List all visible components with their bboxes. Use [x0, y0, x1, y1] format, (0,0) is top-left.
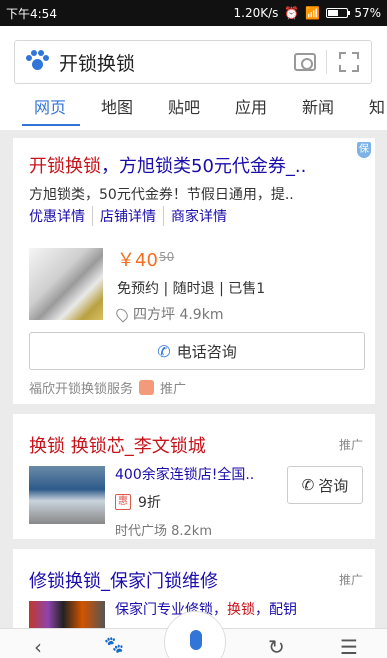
title-text: 换锁 换锁芯_李文锁城	[29, 436, 206, 457]
location-text: 四方坪 4.9km	[133, 307, 224, 323]
result-title[interactable]: 修锁换锁_保家门锁维修	[29, 567, 218, 593]
camera-icon[interactable]	[294, 53, 316, 71]
result-title[interactable]: 换锁 换锁芯_李文锁城	[29, 432, 206, 458]
promo-label: 推广	[338, 438, 363, 452]
sublink-store[interactable]: 店铺详情	[92, 206, 163, 226]
search-input[interactable]: 开锁换锁	[59, 49, 294, 76]
bottom-nav-bar: ‹ 🐾 ↻ ☰	[0, 611, 387, 658]
result-description: 方旭锁类，50元代金券！节假日通用，提..	[29, 187, 294, 203]
scan-icon[interactable]	[339, 52, 359, 72]
result-title[interactable]: 开锁换锁，方旭锁类50元代金券_..	[29, 152, 306, 178]
price: ￥40	[117, 250, 158, 271]
back-icon[interactable]: ‹	[34, 635, 42, 658]
promo-label: 推广	[338, 573, 363, 587]
microphone-icon	[190, 630, 202, 650]
original-price: 50	[159, 250, 175, 264]
title-keyword: 开锁换锁	[29, 156, 101, 177]
discount-badge: 惠	[115, 494, 131, 510]
wifi-icon: 📶	[305, 6, 321, 20]
clock: 下午4:54	[6, 6, 57, 21]
promo-icon	[139, 380, 155, 395]
status-icons: 1.20K/s ⏰ 📶 57%	[234, 6, 381, 20]
active-tab-indicator	[22, 124, 80, 126]
phone-icon: ✆	[157, 341, 171, 361]
desc-keyword: 换锁	[227, 602, 255, 618]
result-card-2: 换锁 换锁芯_李文锁城 推广 400余家连锁店!全国.. 惠 9折 时代广场 8…	[13, 414, 375, 539]
discount: 惠 9折	[115, 492, 161, 512]
home-paw-icon[interactable]: 🐾	[104, 635, 124, 654]
consult-label: 咨询	[318, 476, 349, 495]
phone-consult-label: 电话咨询	[176, 342, 237, 361]
divider	[326, 50, 327, 74]
consult-button[interactable]: ✆ 咨询	[287, 466, 363, 504]
tab-tieba[interactable]: 贴吧	[168, 94, 200, 118]
tab-zhidao[interactable]: 知	[369, 94, 385, 118]
baidu-paw-icon[interactable]	[25, 50, 49, 74]
tab-apps[interactable]: 应用	[235, 94, 267, 118]
product-image[interactable]	[29, 248, 103, 320]
status-bar: 下午4:54 1.20K/s ⏰ 📶 57%	[0, 0, 387, 26]
network-speed: 1.20K/s	[233, 6, 279, 20]
promo-label: 推广	[160, 382, 187, 397]
sublink-offer[interactable]: 优惠详情	[29, 206, 92, 226]
sublink-merchant[interactable]: 商家详情	[163, 206, 234, 226]
guarantee-badge: 保	[357, 142, 371, 158]
tab-web[interactable]: 网页	[34, 94, 66, 118]
tab-news[interactable]: 新闻	[302, 94, 334, 118]
battery-percent: 57%	[354, 6, 381, 20]
store-location: 时代广场 8.2km	[115, 524, 212, 539]
sublinks: 优惠详情 店铺详情 商家详情	[29, 206, 234, 226]
phone-icon: ✆	[301, 476, 315, 494]
title-rest: ，方旭锁类50元代金券_..	[101, 156, 307, 177]
source-name: 福欣开锁换锁服务	[29, 382, 134, 397]
battery-fill	[328, 10, 339, 16]
location-pin-icon	[113, 305, 131, 323]
deal-tags: 免预约 | 随时退 | 已售1	[117, 281, 266, 297]
refresh-icon[interactable]: ↻	[268, 635, 285, 658]
tab-bar: 网页 地图 贴吧 应用 新闻 知	[0, 90, 387, 130]
title-text: 修锁换锁_保家门锁维修	[29, 571, 218, 592]
battery-icon	[326, 8, 351, 18]
location: 四方坪 4.9km	[113, 304, 224, 324]
alarm-icon: ⏰	[284, 6, 300, 20]
desc-part-c: ，配钥	[255, 602, 297, 618]
store-image[interactable]	[29, 466, 105, 524]
menu-icon[interactable]: ☰	[340, 635, 358, 658]
search-box[interactable]: 开锁换锁	[14, 40, 372, 84]
result-source: 福欣开锁换锁服务 推广	[29, 378, 186, 397]
tab-map[interactable]: 地图	[101, 94, 133, 118]
discount-text: 9折	[138, 495, 161, 511]
result-card-1: 保 开锁换锁，方旭锁类50元代金券_.. 方旭锁类，50元代金券！节假日通用，提…	[13, 138, 375, 404]
store-description[interactable]: 400余家连锁店!全国..	[115, 464, 254, 484]
search-header: 开锁换锁 网页 地图 贴吧 应用 新闻 知	[0, 26, 387, 130]
phone-consult-button[interactable]: ✆ 电话咨询	[29, 332, 365, 370]
